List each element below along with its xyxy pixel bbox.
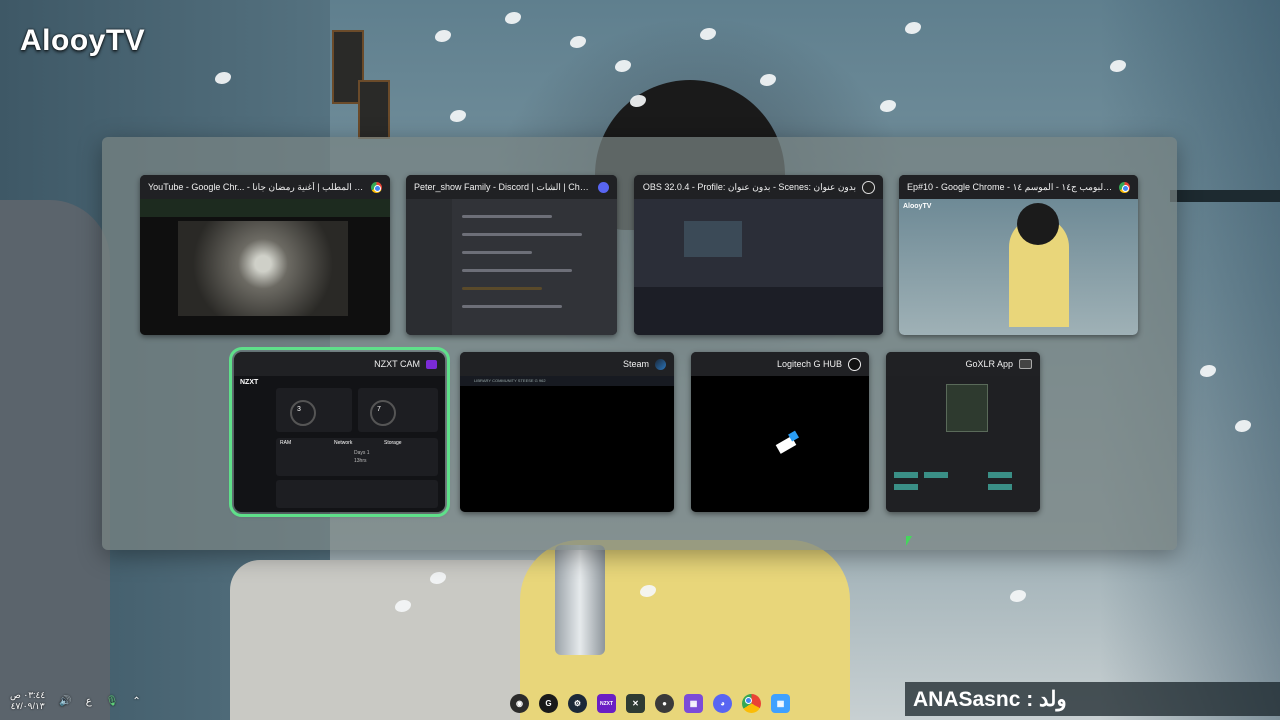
window-title: YouTube - Google Chr... - محمد عبد المطل…	[148, 181, 365, 192]
window-thumb-ghub[interactable]: Logitech G HUB	[691, 352, 869, 512]
grid-app-taskbar-icon[interactable]: ▦	[684, 694, 703, 713]
steam-nav: LIBRARY COMMUNITY STEESE G 962	[474, 378, 546, 383]
window-title: GoXLR App	[965, 359, 1013, 369]
window-thumb-youtube[interactable]: YouTube - Google Chr... - محمد عبد المطل…	[140, 175, 390, 335]
nzxt-taskbar-icon[interactable]: NZXT	[597, 694, 616, 713]
discord-icon	[598, 181, 609, 193]
wall-shelf	[1170, 190, 1280, 202]
window-preview: AlooyTV	[899, 199, 1138, 335]
window-titlebar: OBS 32.0.4 - Profile: بدون عنوان - Scene…	[634, 175, 883, 199]
window-titlebar: NZXT CAM	[234, 352, 445, 376]
discord-taskbar-icon[interactable]: ◕	[713, 694, 732, 713]
window-thumb-obs[interactable]: OBS 32.0.4 - Profile: بدون عنوان - Scene…	[634, 175, 883, 335]
window-preview	[886, 376, 1040, 512]
task-switcher: YouTube - Google Chr... - محمد عبد المطل…	[102, 137, 1177, 550]
gpu-value: 7	[377, 406, 381, 413]
window-thumb-steam[interactable]: Steam LIBRARY COMMUNITY STEESE G 962	[460, 352, 674, 512]
speaker-icon[interactable]: 🔊	[59, 696, 71, 707]
window-title: Steam	[622, 359, 649, 369]
goxlr-icon	[1019, 359, 1032, 369]
uptime-hours: 13hrs	[354, 458, 367, 464]
obs-icon	[862, 180, 875, 194]
window-titlebar: Ep#10 - Google Chrome - شباب البومب ج١٤ …	[899, 175, 1138, 199]
chrome-taskbar-icon[interactable]	[742, 694, 761, 713]
chevron-up-icon[interactable]: ⌃	[132, 696, 140, 707]
window-title: Ep#10 - Google Chrome - شباب البومب ج١٤ …	[907, 181, 1113, 192]
stair-step	[358, 80, 390, 139]
window-preview	[406, 199, 617, 335]
window-preview	[691, 376, 869, 512]
side-person	[0, 200, 110, 720]
chrome-icon	[1119, 181, 1130, 193]
clock[interactable]: ٠٣:٤٤ ص ٤٧/٠٩/١٣	[10, 690, 45, 712]
loading-logo	[775, 436, 797, 454]
window-thumb-ep10[interactable]: Ep#10 - Google Chrome - شباب البومب ج١٤ …	[899, 175, 1138, 335]
taskbar-apps: ◉ G ⚙ NZXT ✕ ● ▦ ◕ ▦	[510, 694, 790, 713]
window-title: NZXT CAM	[374, 359, 420, 369]
window-titlebar: Peter_show Family - Discord | الشات | Ch…	[406, 175, 617, 199]
window-preview	[140, 199, 390, 335]
chrome-icon	[371, 181, 382, 193]
preview-logo: AlooyTV	[903, 203, 932, 210]
window-thumb-goxlr[interactable]: GoXLR App	[886, 352, 1040, 512]
channel-logo: AlooyTV	[20, 24, 146, 57]
confetti-cannon	[555, 545, 605, 655]
window-titlebar: GoXLR App	[886, 352, 1040, 376]
clock-date: ٤٧/٠٩/١٣	[10, 701, 45, 711]
steam-taskbar-icon[interactable]: ⚙	[568, 694, 587, 713]
mouse-cursor	[906, 536, 912, 546]
window-titlebar: YouTube - Google Chr... - محمد عبد المطل…	[140, 175, 390, 199]
language-indicator[interactable]: ع	[86, 696, 92, 707]
chat-caption: ANASasnc : ولد	[905, 682, 1280, 716]
steam-icon	[655, 358, 666, 370]
window-preview	[634, 199, 883, 335]
window-title: Peter_show Family - Discord | الشات | Ch…	[414, 181, 592, 192]
window-preview: LIBRARY COMMUNITY STEESE G 962	[460, 376, 674, 512]
window-thumb-nzxt-cam[interactable]: NZXT CAM NZXT 3 7 RAM Network Storage Da…	[229, 347, 450, 517]
uptime-days: Days 1	[354, 450, 370, 456]
nzxt-brand: NZXT	[240, 379, 259, 386]
storage-label: Storage	[384, 440, 402, 446]
ghub-icon	[848, 357, 861, 371]
window-titlebar: Steam	[460, 352, 674, 376]
ram-label: RAM	[280, 440, 292, 446]
network-label: Network	[334, 440, 353, 446]
microphone-icon[interactable]: 🎙	[106, 696, 119, 707]
goxlr-taskbar-icon[interactable]: ✕	[626, 694, 645, 713]
windows-start-icon[interactable]: ▦	[771, 694, 790, 713]
clock-time: ٠٣:٤٤ ص	[10, 690, 46, 700]
window-preview: NZXT 3 7 RAM Network Storage Days 1 13hr…	[234, 376, 445, 512]
window-titlebar: Logitech G HUB	[691, 352, 869, 376]
cpu-value: 3	[297, 406, 301, 413]
system-tray: ٠٣:٤٤ ص ٤٧/٠٩/١٣ 🔊 ع 🎙 ⌃	[10, 690, 141, 712]
obs-taskbar-icon[interactable]: ◉	[510, 694, 529, 713]
nzxt-icon	[426, 359, 437, 369]
window-title: Logitech G HUB	[776, 359, 842, 369]
window-thumb-discord[interactable]: Peter_show Family - Discord | الشات | Ch…	[406, 175, 617, 335]
voicemod-taskbar-icon[interactable]: ●	[655, 694, 674, 713]
ghub-taskbar-icon[interactable]: G	[539, 694, 558, 713]
window-title: OBS 32.0.4 - Profile: بدون عنوان - Scene…	[642, 181, 856, 192]
